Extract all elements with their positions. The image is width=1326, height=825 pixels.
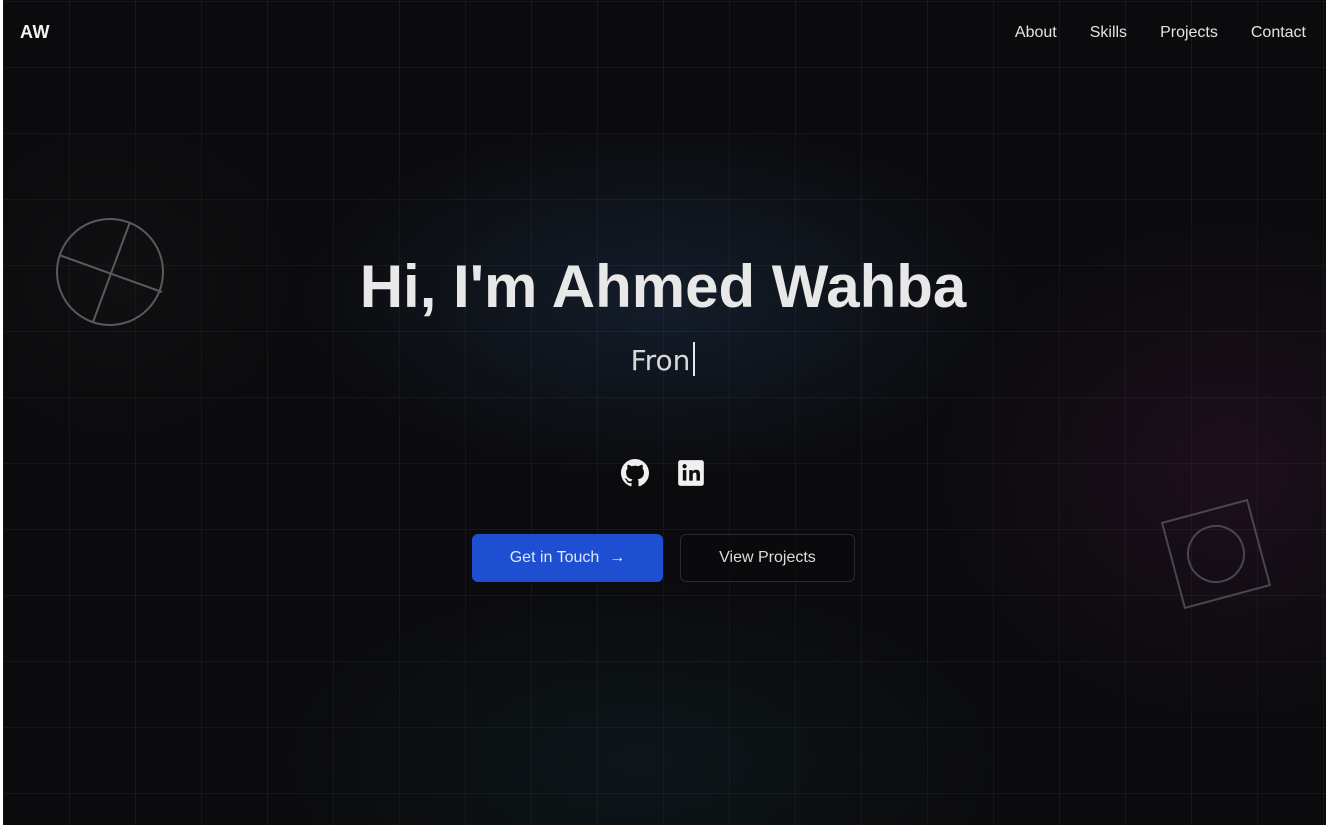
hero-actions: Get in Touch → View Projects xyxy=(472,534,855,582)
linkedin-icon xyxy=(678,460,704,486)
site-header: AW About Skills Projects Contact xyxy=(0,0,1326,66)
nav-link-skills[interactable]: Skills xyxy=(1090,24,1127,42)
typing-subtitle: Fron xyxy=(0,342,1326,377)
nav-link-projects[interactable]: Projects xyxy=(1160,24,1218,42)
get-in-touch-label: Get in Touch xyxy=(509,549,600,566)
typing-cursor xyxy=(693,342,696,376)
social-links xyxy=(0,458,1326,488)
view-projects-button[interactable]: View Projects xyxy=(680,534,855,582)
typing-text: Fron xyxy=(630,344,691,377)
get-in-touch-button[interactable]: Get in Touch → xyxy=(472,534,663,582)
nav-link-about[interactable]: About xyxy=(1015,24,1057,42)
background-grid xyxy=(0,0,1326,825)
linkedin-link[interactable] xyxy=(676,458,706,488)
arrow-right-icon: → xyxy=(609,549,626,566)
decorative-square-shape xyxy=(1160,498,1272,610)
github-icon xyxy=(621,459,649,487)
view-projects-label: View Projects xyxy=(719,549,816,566)
logo[interactable]: AW xyxy=(20,22,50,43)
nav-link-contact[interactable]: Contact xyxy=(1251,24,1306,42)
main-nav: About Skills Projects Contact xyxy=(1015,24,1306,42)
left-edge-border xyxy=(0,0,3,825)
github-link[interactable] xyxy=(620,458,650,488)
hero-title: Hi, I'm Ahmed Wahba xyxy=(359,253,967,320)
